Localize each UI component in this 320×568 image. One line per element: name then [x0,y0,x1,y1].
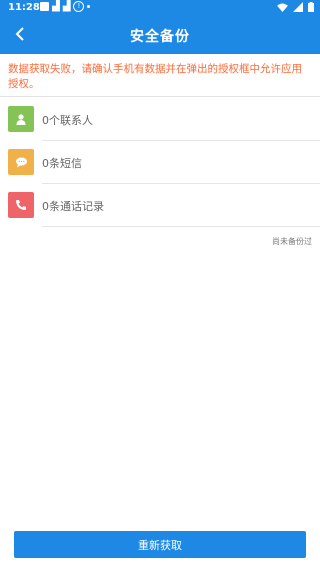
wifi-icon [277,2,288,12]
message-icon [8,149,34,175]
status-time: 11:28 [8,2,40,13]
signal-icon [293,2,303,12]
app-bar: 安全备份 [0,16,320,54]
system-icons [277,2,314,12]
row-divider [42,226,320,227]
dot-icon [87,5,91,8]
status-bar: 11:28 ▟ ▟ ! [0,0,320,16]
app-notification-icon-2: ▟ [62,1,71,12]
error-message: 数据获取失败，请确认手机有数据并在弹出的授权框中允许应用授权。 [8,63,302,90]
divider [0,96,320,97]
page-title: 安全备份 [130,29,190,45]
battery-icon [308,2,314,12]
contacts-count: 0个联系人 [42,114,93,127]
contact-icon [8,106,34,132]
list-item-sms[interactable]: 0条短信 [0,141,320,184]
list-item-calls[interactable]: 0条通话记录 [0,184,320,227]
backup-status: 尚未备份过 [272,237,312,246]
refresh-button[interactable]: 重新获取 [14,531,306,558]
alert-icon: ! [73,1,85,12]
notification-icons: ▟ ▟ ! [40,1,91,12]
sms-count: 0条短信 [42,157,82,170]
phone-icon [8,192,34,218]
image-notification-icon [40,2,49,11]
app-notification-icon: ▟ [52,1,60,12]
calls-count: 0条通话记录 [42,200,104,213]
list-item-contacts[interactable]: 0个联系人 [0,98,320,141]
